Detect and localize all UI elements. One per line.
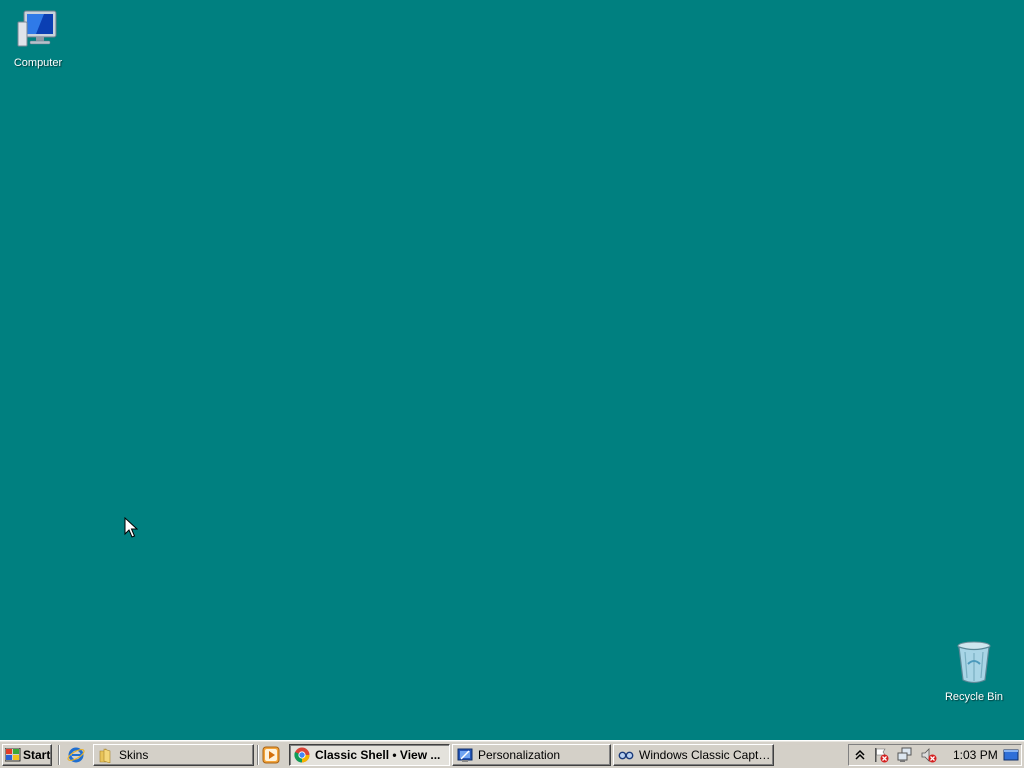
taskbar-button-chrome[interactable]: Classic Shell • View ...	[289, 744, 450, 766]
chrome-icon	[294, 747, 310, 763]
show-desktop-icon[interactable]	[1003, 747, 1019, 763]
system-tray: 1:03 PM	[848, 744, 1022, 766]
desktop-icon-label: Recycle Bin	[944, 691, 1004, 703]
taskbar-button-label: Windows Classic Caption...	[639, 748, 773, 762]
taskbar-separator	[58, 745, 60, 765]
mouse-cursor-icon	[124, 517, 138, 538]
desktop[interactable]: Computer Recycle Bin	[0, 0, 1024, 740]
taskbar: Start Skins Classic Shell • View ... Per…	[0, 740, 1024, 768]
start-button[interactable]: Start	[2, 744, 52, 766]
action-center-flag-icon[interactable]	[873, 747, 889, 763]
show-hidden-icons-chevron[interactable]	[852, 747, 868, 763]
folder-icon	[99, 748, 111, 763]
taskbar-button-personalization[interactable]: Personalization	[452, 744, 611, 766]
recycle-bin-icon	[957, 641, 991, 684]
taskbar-separator	[257, 745, 259, 765]
desktop-icon-recycle-bin[interactable]: Recycle Bin	[936, 638, 1012, 703]
internet-explorer-icon[interactable]	[67, 746, 85, 764]
media-player-icon[interactable]	[262, 746, 280, 764]
glasses-icon	[618, 751, 634, 760]
taskbar-button-label: Personalization	[478, 748, 561, 762]
desktop-icon-computer[interactable]: Computer	[0, 8, 76, 69]
taskbar-clock[interactable]: 1:03 PM	[953, 748, 998, 762]
personalization-icon	[457, 748, 473, 762]
taskbar-button-label: Classic Shell • View ...	[315, 748, 441, 762]
windows-logo-icon	[5, 748, 21, 762]
network-icon[interactable]	[897, 747, 913, 763]
taskbar-button-windows-classic-caption[interactable]: Windows Classic Caption...	[613, 744, 774, 766]
taskbar-button-label: Skins	[119, 748, 149, 762]
desktop-icon-label: Computer	[13, 57, 63, 69]
taskbar-button-skins[interactable]: Skins	[93, 744, 254, 766]
start-label: Start	[23, 748, 51, 762]
computer-icon	[17, 10, 57, 47]
volume-muted-icon[interactable]	[921, 747, 937, 763]
